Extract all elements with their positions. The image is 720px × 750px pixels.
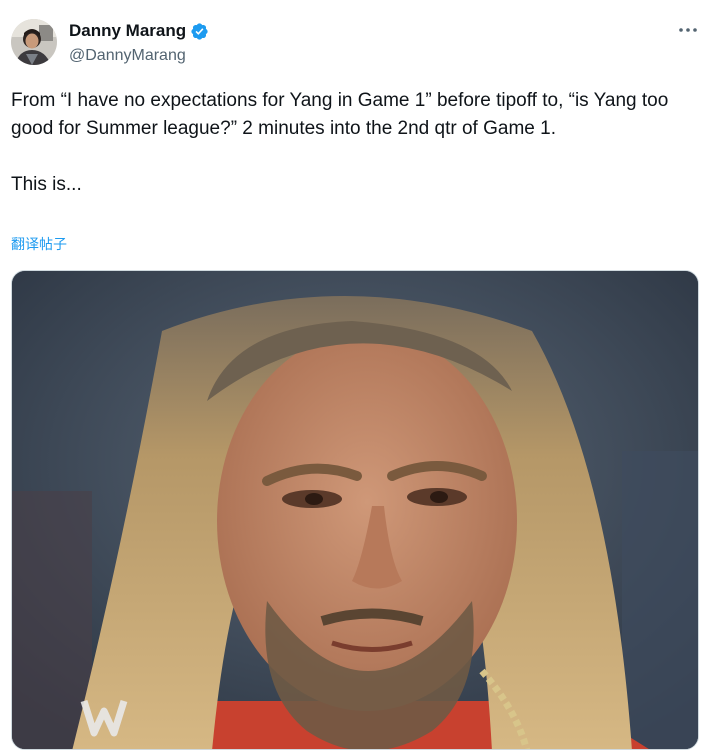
- name-row: Danny Marang: [69, 20, 209, 42]
- avatar[interactable]: [11, 19, 57, 65]
- tweet-photo[interactable]: [11, 270, 699, 750]
- avatar-image: [11, 19, 57, 65]
- display-name[interactable]: Danny Marang: [69, 20, 186, 42]
- media-image: [12, 271, 698, 749]
- more-horizontal-icon: [679, 28, 697, 32]
- verified-badge-icon: [190, 22, 209, 41]
- handle[interactable]: @DannyMarang: [69, 45, 209, 67]
- author-info: Danny Marang @DannyMarang: [69, 20, 209, 67]
- tweet-text: From “I have no expectations for Yang in…: [11, 90, 669, 195]
- tweet-card: Danny Marang @DannyMarang From “I have n…: [0, 0, 720, 750]
- more-options-button[interactable]: [676, 20, 700, 40]
- translate-post-link[interactable]: 翻译帖子: [11, 234, 67, 254]
